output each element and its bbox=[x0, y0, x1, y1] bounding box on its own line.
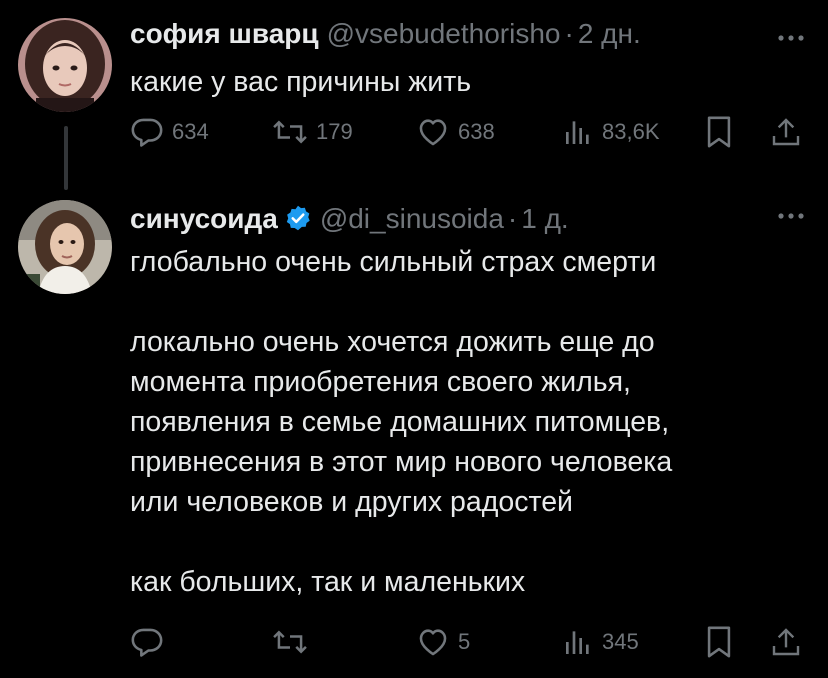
reply-icon bbox=[131, 628, 163, 657]
action-bar: 5 345 bbox=[130, 624, 810, 660]
verified-icon bbox=[284, 204, 312, 232]
repost-button[interactable] bbox=[272, 624, 316, 660]
views-icon bbox=[566, 121, 589, 144]
display-name[interactable]: софия шварц bbox=[130, 18, 319, 50]
like-count: 5 bbox=[458, 629, 471, 654]
timestamp[interactable]: 1 д. bbox=[521, 203, 568, 235]
more-icon[interactable] bbox=[776, 28, 806, 48]
avatar[interactable] bbox=[18, 200, 112, 294]
tweet-text: какие у вас причины жить bbox=[130, 66, 472, 98]
reply-count: 634 bbox=[172, 119, 209, 144]
reply-icon bbox=[131, 118, 163, 147]
bookmark-icon bbox=[707, 116, 731, 148]
reply-button[interactable]: 634 bbox=[130, 114, 209, 150]
like-count: 638 bbox=[458, 119, 495, 144]
share-button[interactable] bbox=[770, 624, 802, 660]
action-bar: 634 179 638 83,6K bbox=[130, 114, 810, 150]
like-button[interactable]: 5 bbox=[416, 624, 470, 660]
timestamp[interactable]: 2 дн. bbox=[578, 18, 641, 50]
share-icon bbox=[772, 628, 800, 656]
thread-connector bbox=[64, 126, 68, 190]
repost-icon bbox=[273, 630, 307, 654]
views-count: 83,6K bbox=[602, 119, 660, 144]
separator: · bbox=[507, 203, 518, 234]
views-button[interactable]: 83,6K bbox=[562, 114, 660, 150]
tweet-text: глобально очень сильный страх смерти лок… bbox=[130, 246, 673, 598]
share-button[interactable] bbox=[770, 114, 802, 150]
bookmark-button[interactable] bbox=[704, 114, 734, 150]
repost-count: 179 bbox=[316, 119, 353, 144]
like-button[interactable]: 638 bbox=[416, 114, 495, 150]
reply-button[interactable] bbox=[130, 624, 172, 660]
bookmark-icon bbox=[707, 626, 731, 658]
views-button[interactable]: 345 bbox=[562, 624, 639, 660]
like-icon bbox=[419, 119, 447, 146]
avatar[interactable] bbox=[18, 18, 112, 112]
more-icon[interactable] bbox=[776, 206, 806, 226]
views-icon bbox=[566, 631, 589, 654]
views-count: 345 bbox=[602, 629, 639, 654]
display-name[interactable]: синусоида bbox=[130, 203, 278, 235]
tweet-header: синусоида @di_sinusoida · 1 д. bbox=[130, 200, 569, 236]
separator: · bbox=[564, 18, 574, 49]
repost-icon bbox=[273, 120, 307, 144]
like-icon bbox=[419, 629, 447, 656]
share-icon bbox=[772, 118, 800, 146]
repost-button[interactable]: 179 bbox=[272, 114, 353, 150]
bookmark-button[interactable] bbox=[704, 624, 734, 660]
user-handle[interactable]: @di_sinusoida bbox=[320, 203, 504, 235]
user-handle[interactable]: @vsebudethorisho bbox=[327, 18, 561, 50]
tweet-header: софия шварц @vsebudethorisho · 2 дн. bbox=[130, 18, 641, 54]
